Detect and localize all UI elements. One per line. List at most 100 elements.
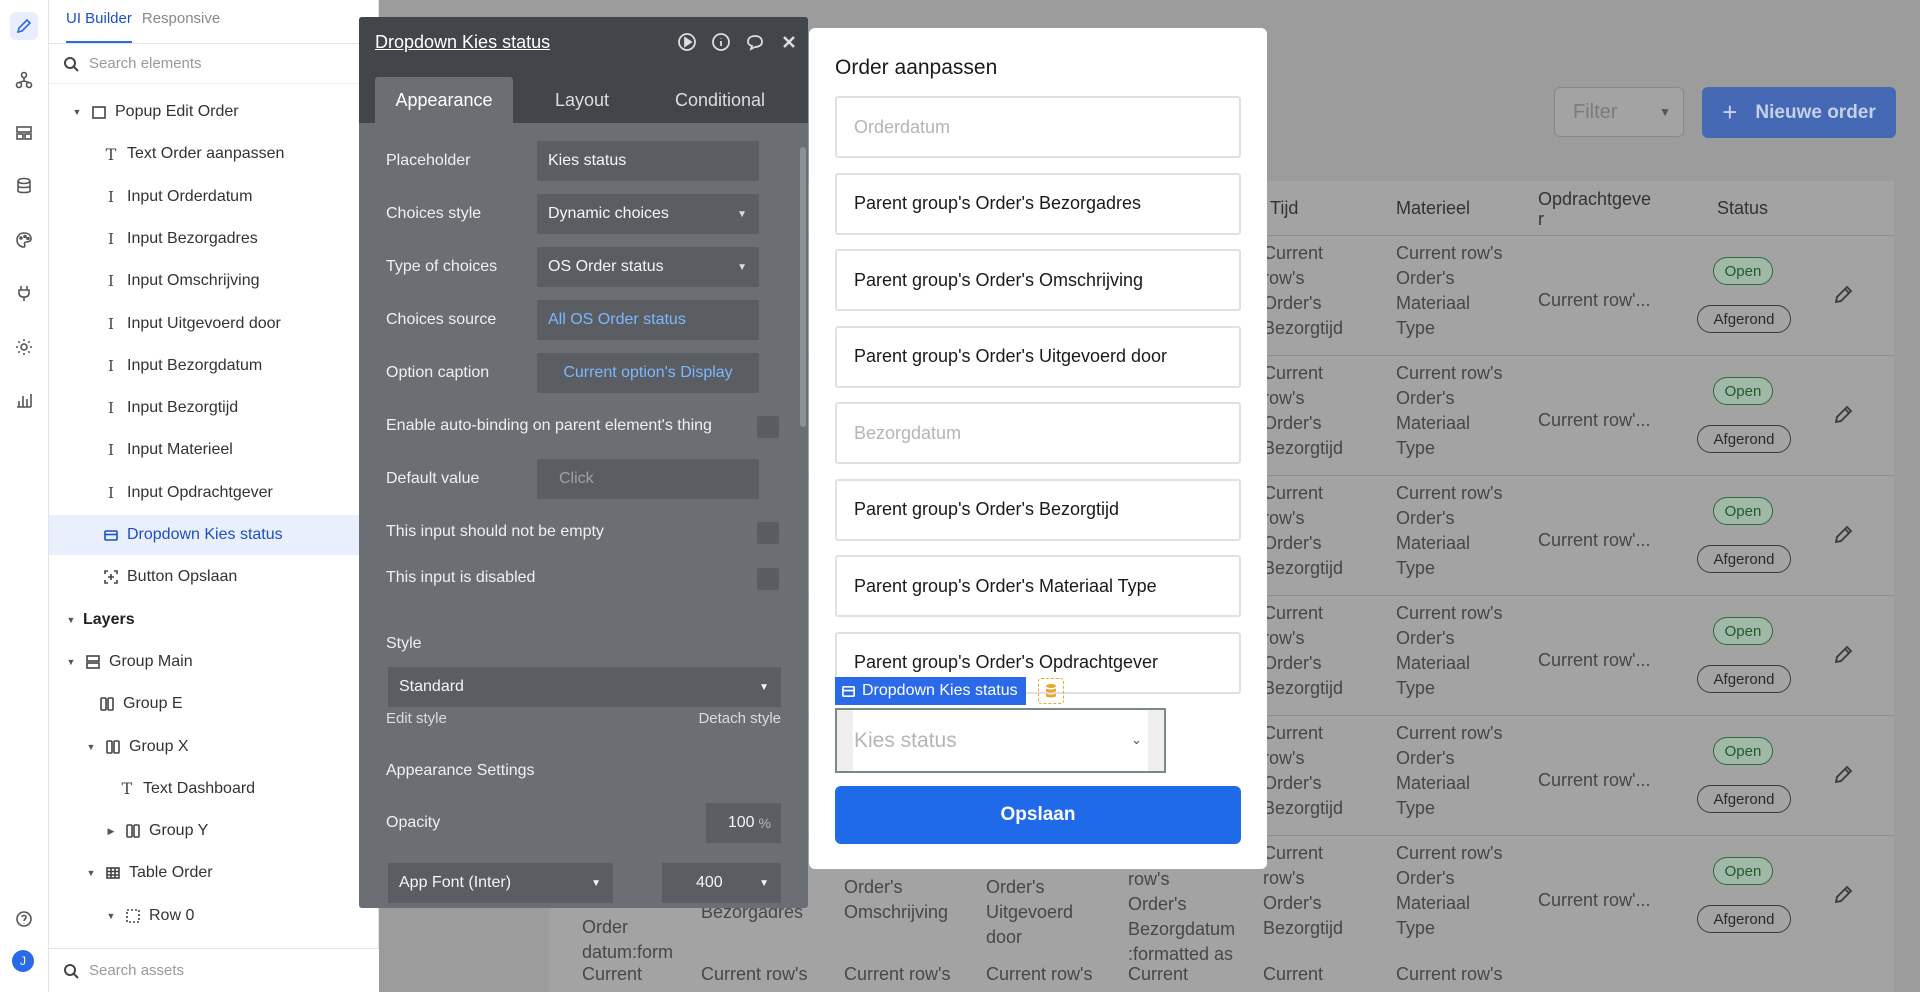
auto-binding-checkbox[interactable] (757, 416, 779, 438)
layer-item[interactable]: ▼ Group Main (49, 642, 379, 682)
disabled-checkbox[interactable] (757, 568, 779, 590)
layer-item[interactable]: ▼Cell 0A (49, 938, 379, 948)
workflow-tab-icon[interactable] (10, 66, 38, 94)
caret-down-icon[interactable]: ▼ (65, 615, 77, 625)
layer-item[interactable]: ▼ Row 0 (49, 896, 379, 936)
status-dropdown[interactable]: Kies status ⌄ (835, 708, 1166, 773)
caret-down-icon[interactable]: ▼ (65, 657, 77, 667)
styles-palette-icon[interactable] (10, 226, 38, 254)
preview-play-icon[interactable] (676, 31, 698, 53)
tree-item[interactable]: I Input Bezorgtijd (49, 388, 379, 428)
popup-input[interactable]: Parent group's Order's Bezorgtijd (835, 478, 1241, 541)
option-caption-expression[interactable]: Current option's Display (537, 353, 759, 393)
plugins-plug-icon[interactable] (10, 279, 38, 307)
design-tab-pencil-icon[interactable] (10, 12, 38, 40)
data-tab-icon[interactable] (10, 119, 38, 147)
database-icon[interactable] (10, 172, 38, 200)
logs-chart-icon[interactable] (10, 386, 38, 414)
font-family-select[interactable]: App Font (Inter) ▼ (388, 863, 613, 903)
layer-item[interactable]: T Text Dashboard (49, 769, 379, 809)
popup-input[interactable]: Parent group's Order's Uitgevoerd door (835, 325, 1241, 388)
tree-item-label: Popup Edit Order (115, 103, 239, 120)
tree-item-dropdown-kies-status[interactable]: Dropdown Kies status (49, 515, 379, 555)
caret-down-icon[interactable]: ▼ (85, 742, 97, 752)
close-icon[interactable] (778, 31, 800, 53)
placeholder-input[interactable]: Kies status (537, 141, 759, 181)
choices-style-select[interactable]: Dynamic choices ▼ (537, 194, 759, 234)
edit-pencil-icon[interactable] (1832, 644, 1856, 668)
cell-line: Order's (1396, 868, 1455, 888)
tree-item-label: Input Uitgevoerd door (127, 314, 281, 332)
tree-item[interactable]: I Input Bezorgadres (49, 219, 379, 259)
search-elements-input[interactable]: Search elements (89, 55, 202, 72)
opacity-input[interactable]: 100 % (706, 803, 781, 843)
popup-input[interactable]: Parent group's Order's Materiaal Type (835, 555, 1241, 617)
tree-item-label: Input Omschrijving (127, 272, 260, 290)
cell-next-row: Current row's (701, 964, 808, 984)
tree-item[interactable]: I Input Bezorgdatum (49, 346, 379, 386)
property-editor: Dropdown Kies status Appearance Layout C… (359, 17, 808, 908)
group-icon (83, 652, 103, 672)
selected-element-label[interactable]: Dropdown Kies status (835, 677, 1026, 705)
status-badge-open: Open (1713, 737, 1773, 765)
tab-layout[interactable]: Layout (513, 77, 651, 123)
opacity-label: Opacity (386, 814, 441, 831)
settings-gear-icon[interactable] (10, 333, 38, 361)
tree-item[interactable]: I Input Materieel (49, 430, 379, 470)
tab-conditional[interactable]: Conditional (651, 77, 789, 123)
popup-input-placeholder[interactable]: Bezorgdatum (835, 402, 1241, 464)
font-weight-select[interactable]: 400 ▼ (662, 863, 781, 903)
style-select[interactable]: Standard ▼ (388, 667, 781, 707)
edit-pencil-icon[interactable] (1832, 884, 1856, 908)
tab-ui-builder[interactable]: UI Builder (66, 10, 132, 43)
cell-line: Order's (1263, 413, 1322, 433)
choices-source-expression[interactable]: All OS Order status (537, 300, 759, 340)
popup-input[interactable]: Parent group's Order's Bezorgadres (835, 172, 1241, 235)
edit-pencil-icon[interactable] (1832, 284, 1856, 308)
database-icon[interactable] (1038, 678, 1064, 704)
tree-item[interactable]: I Input Orderdatum (49, 177, 379, 217)
popup-input[interactable]: Parent group's Order's Omschrijving (835, 249, 1241, 311)
tree-item[interactable]: T Text Order aanpassen (49, 134, 379, 174)
search-assets[interactable]: Search assets (49, 948, 379, 992)
property-editor-title[interactable]: Dropdown Kies status (375, 32, 550, 53)
edit-pencil-icon[interactable] (1832, 764, 1856, 788)
cell-next-row: Current row's (1396, 964, 1503, 984)
tab-appearance[interactable]: Appearance (375, 77, 513, 123)
info-icon[interactable] (710, 31, 732, 53)
tree-item[interactable]: I Input Opdrachtgever (49, 473, 379, 513)
tree-item[interactable]: ▼ Popup Edit Order (49, 92, 379, 132)
edit-pencil-icon[interactable] (1832, 524, 1856, 548)
cell-line: Current row's (1396, 483, 1503, 503)
edit-style-link[interactable]: Edit style (386, 710, 447, 727)
save-button[interactable]: Opslaan (835, 786, 1241, 844)
tree-item[interactable]: I Input Omschrijving (49, 261, 379, 301)
caret-down-icon[interactable]: ▼ (85, 868, 97, 878)
layers-header[interactable]: ▼ Layers (49, 600, 379, 640)
not-empty-checkbox[interactable] (757, 522, 779, 544)
button-icon (101, 567, 121, 587)
help-icon[interactable] (10, 905, 38, 933)
caret-right-icon[interactable]: ▶ (105, 826, 117, 837)
tree-item[interactable]: Button Opslaan (49, 557, 379, 597)
layer-item[interactable]: ▼ Group X (49, 727, 379, 767)
filter-dropdown[interactable]: Filter ▼ (1554, 87, 1684, 137)
default-value-input[interactable]: Click (537, 459, 759, 499)
layer-item[interactable]: ▼ Table Order (49, 853, 379, 893)
tab-responsive[interactable]: Responsive (142, 10, 220, 43)
new-order-button[interactable]: + Nieuwe order (1702, 87, 1896, 138)
edit-pencil-icon[interactable] (1832, 404, 1856, 428)
caret-down-icon[interactable]: ▼ (105, 911, 117, 921)
property-editor-scrollbar[interactable] (800, 147, 806, 427)
type-of-choices-select[interactable]: OS Order status ▼ (537, 247, 759, 287)
layer-item[interactable]: ▶ Group Y (49, 811, 379, 851)
tree-item[interactable]: I Input Uitgevoerd door (49, 304, 379, 344)
layer-item[interactable]: Group E (49, 684, 379, 724)
popup-input-placeholder[interactable]: Orderdatum (835, 96, 1241, 158)
detach-style-link[interactable]: Detach style (698, 710, 781, 727)
search-assets-input[interactable]: Search assets (89, 962, 184, 979)
cell-tijd: Current row's Order's Bezorgtijd (1263, 481, 1343, 581)
user-avatar[interactable]: J (12, 950, 34, 972)
comment-icon[interactable] (744, 31, 766, 53)
caret-down-icon[interactable]: ▼ (71, 107, 83, 117)
